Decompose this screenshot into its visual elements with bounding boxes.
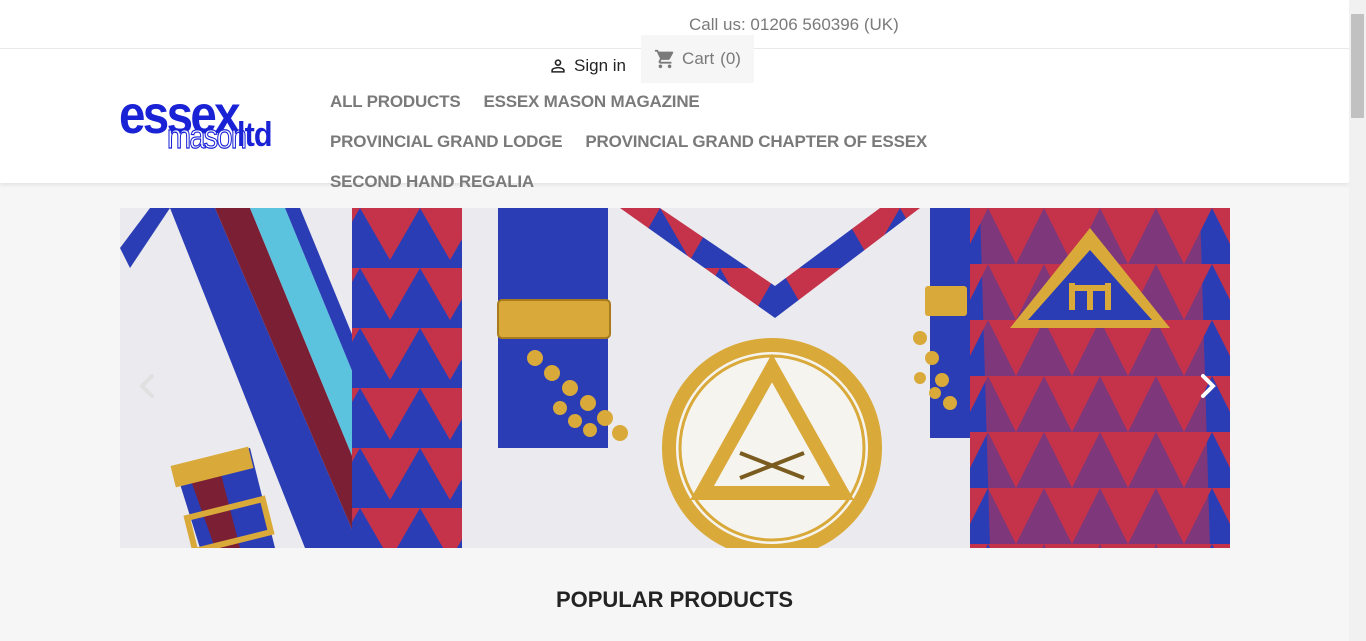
scrollbar-thumb[interactable]: [1351, 14, 1364, 118]
user-icon: [551, 58, 565, 73]
hero-carousel: [120, 208, 1230, 548]
cart-label: Cart: [682, 49, 715, 68]
nav-all-products[interactable]: ALL PRODUCTS: [330, 91, 461, 113]
call-us-text: Call us: 01206 560396 (UK): [689, 15, 899, 34]
page-scrollbar[interactable]: [1349, 0, 1366, 641]
cart-count: (0): [720, 49, 741, 68]
sign-in-link[interactable]: Sign in: [548, 49, 626, 82]
nav-essex-mason-magazine[interactable]: ESSEX MASON MAGAZINE: [483, 91, 699, 113]
header: Sign in Cart (0) essex mason ltd ALL PRO…: [0, 35, 1349, 191]
carousel-next-arrow[interactable]: [1193, 371, 1223, 401]
sign-in-label: Sign in: [574, 55, 626, 75]
main-nav: ALL PRODUCTS ESSEX MASON MAGAZINE PROVIN…: [330, 91, 950, 193]
cart-button[interactable]: Cart (0): [641, 35, 754, 83]
logo-text-ltd: ltd: [237, 116, 273, 154]
shopping-cart-icon: [654, 49, 674, 69]
nav-provincial-grand-lodge[interactable]: PROVINCIAL GRAND LODGE: [330, 131, 563, 153]
logo-text-mason: mason: [166, 118, 247, 156]
nav-second-hand-regalia[interactable]: SECOND HAND REGALIA: [330, 171, 534, 193]
carousel-prev-arrow[interactable]: [132, 371, 162, 401]
site-logo[interactable]: essex mason ltd: [119, 88, 279, 158]
regalia-banner-image: [120, 208, 1230, 548]
popular-products-heading: POPULAR PRODUCTS: [555, 587, 794, 612]
nav-provincial-grand-chapter[interactable]: PROVINCIAL GRAND CHAPTER OF ESSEX: [585, 131, 927, 153]
